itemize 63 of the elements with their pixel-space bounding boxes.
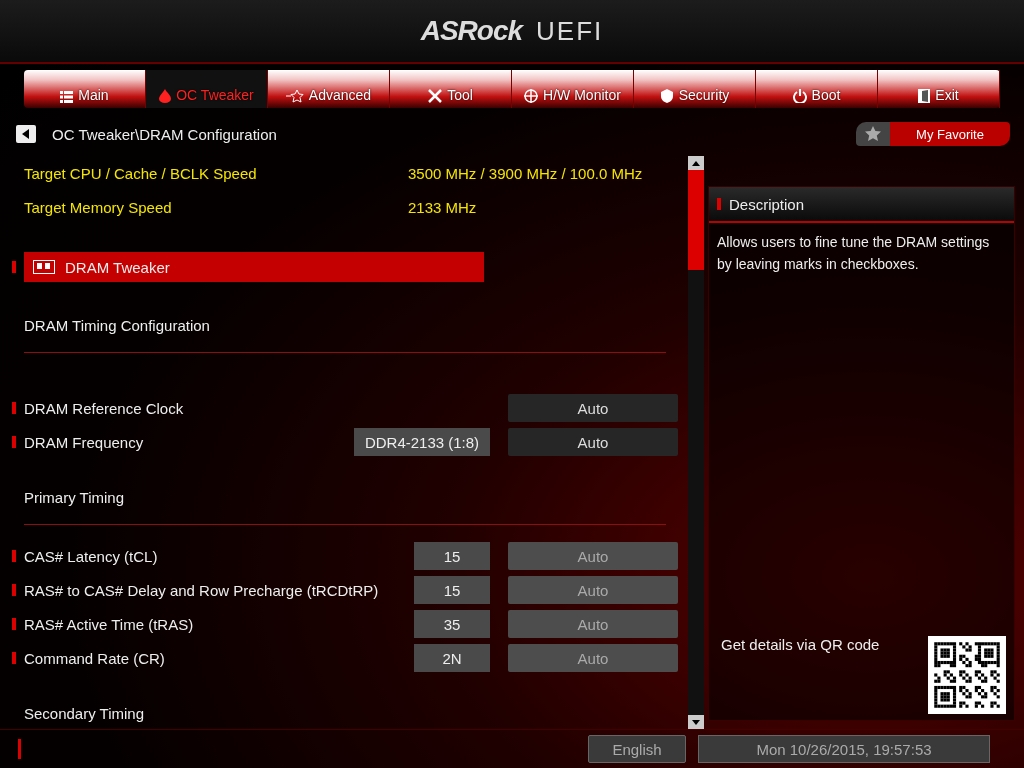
scroll-thumb[interactable] <box>688 170 704 270</box>
option-button[interactable]: Auto <box>508 394 678 422</box>
setting-label: DRAM Reference Clock <box>24 399 185 417</box>
nav-tab[interactable]: Tool <box>390 70 512 108</box>
row-marker <box>12 261 16 273</box>
setting-label: RAS# Active Time (tRAS) <box>24 615 195 633</box>
row-marker <box>12 402 16 414</box>
current-value: 2N <box>414 644 490 672</box>
setting-label: CAS# Latency (tCL) <box>24 547 159 565</box>
scroll-up-button[interactable] <box>688 156 704 170</box>
current-value: 15 <box>414 542 490 570</box>
nav-tab[interactable]: Boot <box>756 70 878 108</box>
description-text: Allows users to fine tune the DRAM settings by leaving marks in checkboxes. <box>717 233 991 274</box>
power-icon <box>792 89 807 103</box>
my-favorite-button[interactable]: My Favorite <box>890 122 1010 146</box>
section-heading: Primary Timing <box>24 488 124 508</box>
info-value: 3500 MHz / 3900 MHz / 100.0 MHz <box>408 164 643 182</box>
memory-icon <box>33 260 55 274</box>
list-icon <box>60 91 74 103</box>
nav-tab[interactable]: OC Tweaker <box>146 70 268 108</box>
nav-tab[interactable]: Exit <box>878 70 1000 108</box>
scroll-down-button[interactable] <box>688 715 704 729</box>
logo-title: UEFI <box>536 15 604 47</box>
footer-marker <box>18 739 21 759</box>
row-marker <box>12 584 16 596</box>
date-time-display: Mon 10/26/2015, 19:57:53 <box>698 735 990 763</box>
favorite-star-button[interactable] <box>856 122 890 146</box>
nav-tab[interactable]: Security <box>634 70 756 108</box>
up-arrow-icon <box>692 160 700 166</box>
star-icon <box>865 126 881 142</box>
nav-tab[interactable]: Advanced <box>268 70 390 108</box>
qr-label: Get details via QR code <box>721 636 880 653</box>
door-icon <box>918 89 931 103</box>
current-value: 15 <box>414 576 490 604</box>
info-value: 2133 MHz <box>408 198 477 216</box>
info-label: Target CPU / Cache / BCLK Speed <box>24 164 258 182</box>
section-heading: Secondary Timing <box>24 704 145 724</box>
star-icon <box>285 89 304 103</box>
section-heading: DRAM Timing Configuration <box>24 316 210 336</box>
language-button[interactable]: English <box>588 735 686 763</box>
setting-label: DRAM Frequency <box>24 433 145 451</box>
brand-logo: ASRock <box>420 15 523 47</box>
back-icon <box>22 129 30 139</box>
nav-tab[interactable]: H/W Monitor <box>512 70 634 108</box>
row-marker <box>12 618 16 630</box>
row-marker <box>12 652 16 664</box>
current-value: DDR4-2133 (1:8) <box>354 428 490 456</box>
row-marker <box>717 198 721 210</box>
info-label: Target Memory Speed <box>24 198 173 216</box>
current-value: 35 <box>414 610 490 638</box>
description-title: Description <box>729 195 805 213</box>
option-button[interactable]: Auto <box>508 428 678 456</box>
breadcrumb: OC Tweaker\DRAM Configuration <box>52 125 277 143</box>
back-button[interactable] <box>16 125 36 143</box>
setting-label: RAS# to CAS# Delay and Row Precharge (tRCDtRP) <box>24 581 380 599</box>
setting-label: Command Rate (CR) <box>24 649 166 667</box>
down-arrow-icon <box>692 719 700 725</box>
row-marker <box>12 436 16 448</box>
shield-icon <box>659 89 674 103</box>
row-marker <box>12 550 16 562</box>
scrollbar[interactable] <box>688 156 704 729</box>
submenu-item[interactable]: DRAM Tweaker <box>24 252 484 282</box>
crosshair-icon <box>524 89 539 103</box>
